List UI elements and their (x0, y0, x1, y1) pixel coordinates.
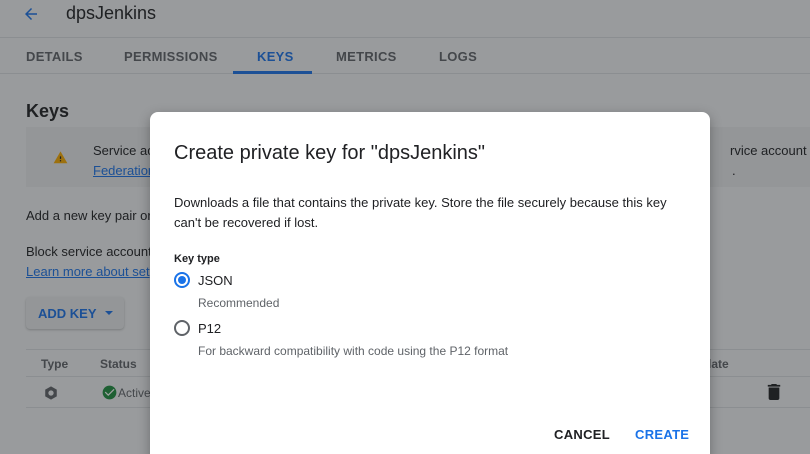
key-type-label: Key type (174, 253, 220, 265)
create-button[interactable]: CREATE (635, 427, 689, 442)
dialog-title: Create private key for "dpsJenkins" (174, 142, 486, 164)
json-radio[interactable] (174, 272, 190, 288)
p12-option-label[interactable]: P12 (198, 321, 221, 336)
json-option-description: Recommended (198, 296, 280, 310)
json-option-label[interactable]: JSON (198, 273, 233, 288)
p12-radio[interactable] (174, 320, 190, 336)
cancel-button[interactable]: CANCEL (554, 427, 610, 442)
create-private-key-dialog: Create private key for "dpsJenkins" Down… (150, 112, 710, 454)
p12-option-description: For backward compatibility with code usi… (198, 344, 509, 358)
dialog-description: Downloads a file that contains the priva… (174, 195, 667, 230)
